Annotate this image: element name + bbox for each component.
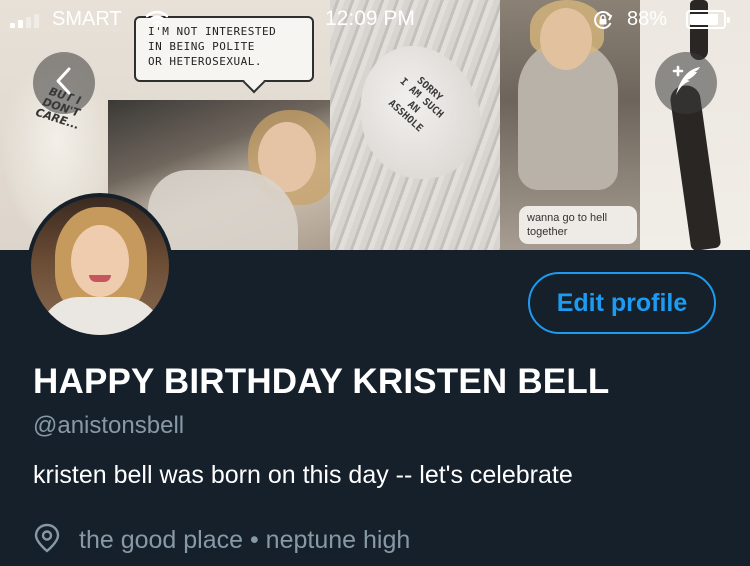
status-bar: SMART 12:09 PM 88% [0,0,750,40]
sorry-balloon-text: SORRY I AM SUCH AN ASSHOLE [385,75,446,135]
message-bubble-text: wanna go to hell together [527,212,608,238]
location-row: the good place • neptune high [33,520,410,560]
display-name: HAPPY BIRTHDAY KRISTEN BELL [33,362,610,401]
signal-bar [26,17,31,28]
rotation-lock-icon [592,9,614,31]
battery-percent: 88% [627,8,668,30]
profile-bio: kristen bell was born on this day -- let… [33,461,573,489]
location-pin-icon [33,523,61,558]
message-bubble: wanna go to hell together [519,206,637,244]
location-text: the good place • neptune high [79,525,411,554]
compose-tweet-icon [666,61,706,106]
avatar-image [31,197,169,335]
signal-bar [18,20,23,28]
clock: 12:09 PM [325,7,415,30]
profile-avatar[interactable] [27,193,173,339]
signal-bar [10,23,15,28]
signal-bar [34,14,39,28]
carrier-name: SMART [52,8,122,30]
wifi-icon [145,10,169,34]
compose-tweet-button[interactable] [655,52,717,114]
battery-icon [686,10,730,29]
username-handle: @anistonsbell [33,412,185,439]
edit-profile-button[interactable]: Edit profile [528,272,716,334]
back-button[interactable] [33,52,95,114]
chevron-left-icon [53,66,75,101]
signal-icon [10,14,39,28]
